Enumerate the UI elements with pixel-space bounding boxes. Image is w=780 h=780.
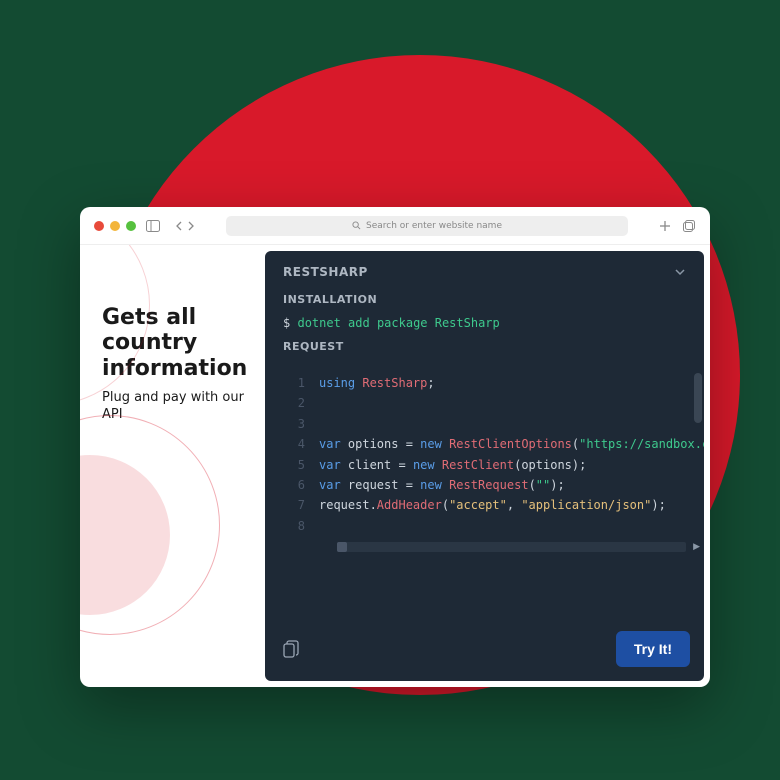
copy-icon[interactable] — [283, 640, 299, 658]
toolbar-right — [658, 219, 696, 233]
chevron-down-icon — [674, 268, 686, 276]
panel-title: RESTSHARP — [283, 265, 368, 279]
code-line: 1using RestSharp; — [283, 373, 704, 393]
browser-chrome: Search or enter website name — [80, 207, 710, 245]
scrollbar-vertical[interactable] — [694, 373, 702, 423]
code-line: 4var options = new RestClientOptions("ht… — [283, 434, 704, 454]
scrollbar-thumb[interactable] — [337, 542, 347, 552]
request-section: REQUEST — [265, 340, 704, 373]
code-line: 3 — [283, 414, 704, 434]
installation-section: INSTALLATION $ dotnet add package RestSh… — [265, 293, 704, 340]
installation-label: INSTALLATION — [283, 293, 686, 306]
code-line: 7request.AddHeader("accept", "applicatio… — [283, 495, 704, 515]
search-icon — [352, 221, 361, 230]
code-editor[interactable]: 1using RestSharp; 2 3 4var options = new… — [265, 373, 704, 617]
close-dot[interactable] — [94, 221, 104, 231]
code-lines: 1using RestSharp; 2 3 4var options = new… — [283, 373, 704, 536]
code-panel: RESTSHARP INSTALLATION $ dotnet add pack… — [265, 251, 704, 681]
back-icon[interactable] — [174, 220, 184, 232]
scrollbar-horizontal[interactable]: ▶ — [337, 542, 686, 552]
panel-header[interactable]: RESTSHARP — [265, 251, 704, 293]
code-line: 8 — [283, 516, 704, 536]
forward-icon[interactable] — [186, 220, 196, 232]
request-label: REQUEST — [283, 340, 686, 353]
sidebar-toggle-icon[interactable] — [146, 220, 160, 232]
decorative-ring — [80, 245, 150, 405]
minimize-dot[interactable] — [110, 221, 120, 231]
code-line: 5var client = new RestClient(options); — [283, 455, 704, 475]
browser-window: Search or enter website name Gets all co… — [80, 207, 710, 687]
maximize-dot[interactable] — [126, 221, 136, 231]
code-line: 2 — [283, 393, 704, 413]
url-placeholder: Search or enter website name — [366, 221, 502, 231]
install-cmd-text: dotnet add package RestSharp — [297, 316, 499, 330]
scroll-right-arrow[interactable]: ▶ — [693, 542, 700, 552]
nav-arrows — [174, 220, 196, 232]
install-command: $ dotnet add package RestSharp — [283, 316, 686, 330]
try-it-button[interactable]: Try It! — [616, 631, 690, 667]
tabs-icon[interactable] — [682, 219, 696, 233]
browser-content: Gets all country information Plug and pa… — [80, 245, 710, 687]
hero-section: Gets all country information Plug and pa… — [80, 245, 265, 687]
panel-footer: Try It! — [265, 617, 704, 681]
prompt: $ — [283, 316, 290, 330]
url-bar[interactable]: Search or enter website name — [226, 216, 628, 236]
new-tab-icon[interactable] — [658, 219, 672, 233]
code-line: 6var request = new RestRequest(""); — [283, 475, 704, 495]
window-controls — [94, 221, 136, 231]
